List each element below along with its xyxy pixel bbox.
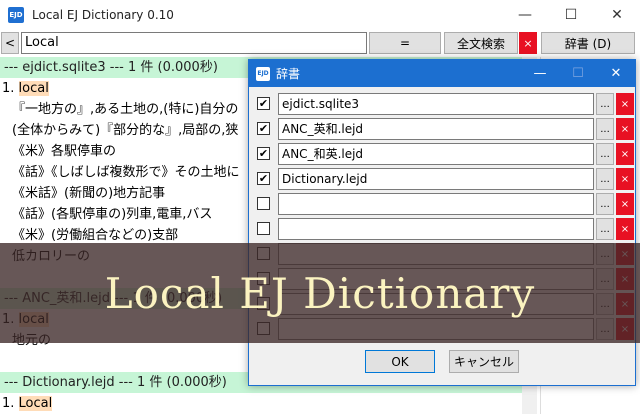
entry-definition: 《米話》(新聞の)地方記事 (12, 186, 166, 201)
remove-dictionary-button[interactable]: × (616, 193, 634, 215)
title-bar: EJD Local EJ Dictionary 0.10 — ☐ ✕ (0, 0, 640, 30)
clear-button[interactable]: × (519, 32, 537, 54)
remove-dictionary-button[interactable]: × (616, 218, 634, 240)
dialog-minimize-icon[interactable]: — (521, 60, 559, 87)
dictionary-row: ✔ Dictionary.lejd... × (254, 167, 634, 191)
entry-number: 1. (2, 81, 19, 96)
dialog-controls: — ☐ ✕ (521, 60, 635, 87)
ok-button[interactable]: OK (365, 350, 435, 373)
dictionary-path-field[interactable]: ejdict.sqlite3 (278, 93, 594, 115)
dictionary-row: ...× (254, 192, 634, 216)
dictionary-path-field[interactable]: ANC_和英.lejd (278, 143, 594, 165)
remove-dictionary-button[interactable]: × (616, 93, 634, 115)
toolbar: < Local = 全文検索 × 辞書 (D) (0, 31, 640, 55)
dictionary-row: ✔ ejdict.sqlite3... × (254, 92, 634, 116)
entry-definition: (全体からみて)『部分的な』,局部の,狭 (12, 123, 239, 138)
remove-dictionary-button[interactable]: × (616, 168, 634, 190)
dictionary-row: ✔ ANC_和英.lejd... × (254, 142, 634, 166)
title-banner: Local EJ Dictionary (0, 243, 640, 343)
remove-dictionary-button[interactable]: × (616, 118, 634, 140)
dictionary-app-icon: EJD (8, 7, 24, 23)
browse-button[interactable]: ... (596, 118, 614, 140)
dictionary-enable-checkbox[interactable]: ✔ (257, 97, 270, 110)
browse-button[interactable]: ... (596, 93, 614, 115)
dictionary-app-icon: EJD (256, 66, 270, 81)
headword: local (18, 81, 49, 96)
remove-dictionary-button[interactable]: × (616, 143, 634, 165)
dictionary-path-field[interactable]: ANC_英和.lejd (278, 118, 594, 140)
dictionary-path-field[interactable] (278, 193, 594, 215)
entry-definition: 《話》(各駅停車の)列車,電車,バス (12, 207, 213, 222)
dictionary-path-field[interactable]: Dictionary.lejd (278, 168, 594, 190)
minimize-icon[interactable]: — (502, 0, 548, 30)
dictionary-enable-checkbox[interactable]: ✔ (257, 147, 270, 160)
entry-definition: 《米》各駅停車の (12, 144, 117, 159)
exact-match-button[interactable]: = (369, 32, 441, 54)
dictionary-row: ...× (254, 217, 634, 241)
dictionary-row: ✔ ANC_英和.lejd... × (254, 117, 634, 141)
dictionary-enable-checkbox[interactable] (257, 197, 270, 210)
back-button[interactable]: < (1, 32, 19, 54)
dictionary-enable-checkbox[interactable] (257, 222, 270, 235)
dialog-close-icon[interactable]: ✕ (597, 60, 635, 87)
window-title: Local EJ Dictionary 0.10 (32, 8, 174, 22)
browse-button[interactable]: ... (596, 193, 614, 215)
headword: Local (18, 396, 53, 411)
browse-button[interactable]: ... (596, 218, 614, 240)
dialog-title: 辞書 (276, 67, 301, 81)
dialog-title-bar: EJD 辞書 — ☐ ✕ (249, 60, 635, 87)
search-input[interactable]: Local (21, 32, 367, 54)
dictionary-enable-checkbox[interactable]: ✔ (257, 122, 270, 135)
banner-text: Local EJ Dictionary (104, 268, 536, 318)
dictionary-button[interactable]: 辞書 (D) (541, 32, 635, 54)
entry-definition: 『一地方の』,ある土地の,(特に)自分の (12, 102, 239, 117)
entry-number: 1. (2, 396, 19, 411)
dialog-maximize-icon: ☐ (572, 66, 584, 81)
dictionary-path-field[interactable] (278, 218, 594, 240)
close-icon[interactable]: ✕ (594, 0, 640, 30)
maximize-icon[interactable]: ☐ (548, 0, 594, 30)
dictionary-enable-checkbox[interactable]: ✔ (257, 172, 270, 185)
entry-definition: 《話》《しばしば複数形で》その土地に (12, 165, 240, 180)
browse-button[interactable]: ... (596, 168, 614, 190)
fulltext-search-button[interactable]: 全文検索 (444, 32, 518, 54)
cancel-button[interactable]: キャンセル (449, 350, 519, 373)
window-controls: — ☐ ✕ (502, 0, 640, 30)
browse-button[interactable]: ... (596, 143, 614, 165)
entry-headword: 1. local (0, 78, 49, 99)
entry-headword: 1. Local (0, 393, 53, 414)
